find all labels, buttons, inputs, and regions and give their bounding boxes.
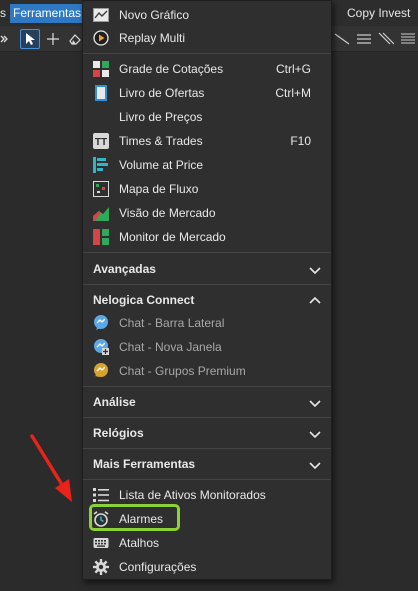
menu-item-shortcuts[interactable]: Atalhos bbox=[83, 531, 331, 555]
chat-new-window-icon bbox=[93, 339, 109, 355]
menu-divider bbox=[83, 479, 331, 480]
section-more-tools[interactable]: Mais Ferramentas bbox=[83, 449, 331, 479]
market-view-icon bbox=[93, 205, 109, 221]
menu-item-new-chart[interactable]: Novo Gráfico bbox=[83, 3, 331, 27]
pointer-tool-icon[interactable] bbox=[20, 29, 40, 49]
new-chart-icon bbox=[93, 7, 109, 23]
menu-item-market-view[interactable]: Visão de Mercado bbox=[83, 201, 331, 225]
flow-map-icon bbox=[93, 181, 109, 197]
market-monitor-icon bbox=[93, 229, 109, 245]
quote-grid-icon bbox=[93, 61, 109, 77]
menu-item-times-trades[interactable]: TT Times & Trades F10 bbox=[83, 129, 331, 153]
menu-item-quote-grid[interactable]: Grade de Cotações Ctrl+G bbox=[83, 57, 331, 81]
menu-item-market-monitor[interactable]: Monitor de Mercado bbox=[83, 225, 331, 249]
chevron-up-icon bbox=[309, 295, 321, 305]
menu-item-volume-at-price[interactable]: Volume at Price bbox=[83, 153, 331, 177]
trendline-tool-icon[interactable] bbox=[332, 29, 352, 49]
keyboard-icon bbox=[93, 535, 109, 551]
section-clocks[interactable]: Relógios bbox=[83, 418, 331, 448]
menu-item-settings[interactable]: Configurações bbox=[83, 555, 331, 579]
menu-item-chat-sidebar[interactable]: Chat - Barra Lateral bbox=[83, 311, 331, 335]
gear-icon bbox=[93, 559, 109, 575]
chevron-down-icon bbox=[309, 264, 321, 275]
menu-divider bbox=[83, 53, 331, 54]
section-analysis[interactable]: Análise bbox=[83, 387, 331, 417]
section-advanced[interactable]: Avançadas bbox=[83, 254, 331, 284]
chat-icon bbox=[93, 315, 109, 331]
menu-item-chat-new-window[interactable]: Chat - Nova Janela bbox=[83, 335, 331, 359]
times-trades-icon: TT bbox=[93, 133, 109, 149]
parallel-tool-icon[interactable] bbox=[376, 29, 396, 49]
menu-item-partial-left[interactable]: s bbox=[0, 4, 9, 23]
fibonacci-tool-icon[interactable] bbox=[398, 29, 418, 49]
order-book-icon bbox=[93, 85, 109, 101]
chevron-down-icon bbox=[309, 459, 321, 470]
list-icon bbox=[93, 487, 109, 503]
volume-at-price-icon bbox=[93, 157, 109, 173]
menu-item-order-book[interactable]: Livro de Ofertas Ctrl+M bbox=[83, 81, 331, 105]
menu-item-flow-map[interactable]: Mapa de Fluxo bbox=[83, 177, 331, 201]
red-arrow-annotation bbox=[30, 434, 72, 502]
svg-text:TT: TT bbox=[95, 137, 107, 148]
channel-tool-icon[interactable] bbox=[354, 29, 374, 49]
replay-icon bbox=[93, 30, 109, 46]
menu-item-tools[interactable]: Ferramentas bbox=[10, 4, 85, 23]
chat-premium-icon bbox=[93, 363, 109, 379]
crosshair-tool-icon[interactable] bbox=[43, 29, 63, 49]
chevron-down-icon bbox=[309, 397, 321, 408]
menu-item-copy-invest[interactable]: Copy Invest bbox=[344, 4, 413, 23]
menu-item-replay-multi[interactable]: Replay Multi bbox=[83, 26, 331, 50]
menu-divider bbox=[83, 252, 331, 253]
chevron-down-icon bbox=[309, 428, 321, 439]
toolbar-overflow-icon[interactable] bbox=[0, 29, 14, 49]
menu-item-price-book[interactable]: Livro de Preços bbox=[83, 105, 331, 129]
alarms-highlight-box bbox=[89, 504, 180, 531]
menu-item-chat-premium-groups[interactable]: Chat - Grupos Premium bbox=[83, 359, 331, 383]
tools-dropdown-menu: Novo Gráfico Replay Multi Grade de Cotaç… bbox=[82, 0, 332, 580]
